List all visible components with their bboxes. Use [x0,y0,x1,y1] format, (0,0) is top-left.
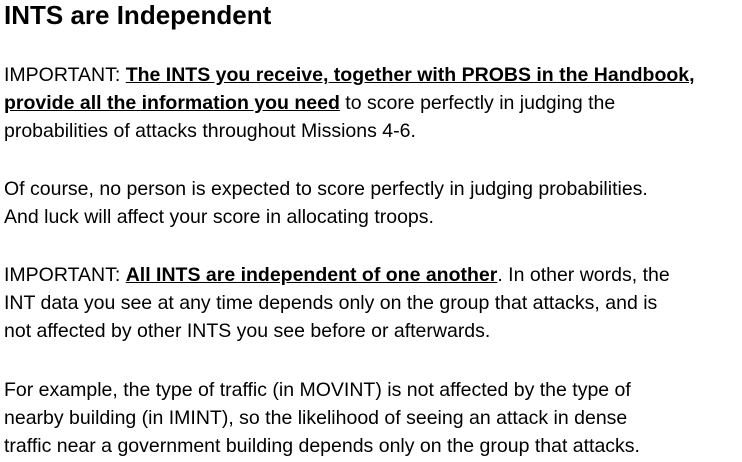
emphasized-text: All INTS are independent of one another [125,264,498,286]
paragraph-line: And luck will affect your score in alloc… [4,206,434,228]
paragraph-line: INT data you see at any time depends onl… [4,292,658,314]
paragraph-example: For example, the type of traffic (in MOV… [4,376,740,460]
body-text: . In other words, the [497,264,670,286]
paragraph-line: not affected by other INTS you see befor… [4,320,491,342]
paragraph-line: IMPORTANT: The INTS you receive, togethe… [4,61,740,89]
paragraph-independence: IMPORTANT: All INTS are independent of o… [4,261,740,345]
important-label: IMPORTANT: [4,64,126,86]
paragraph-line: provide all the information you need to … [4,89,740,117]
paragraph-line: probabilities of attacks throughout Miss… [4,120,416,142]
important-label: IMPORTANT: [4,264,126,286]
paragraph-line: IMPORTANT: All INTS are independent of o… [4,261,740,289]
emphasized-text: provide all the information you need [4,92,340,114]
emphasized-text: The INTS you receive, together with PROB… [125,64,695,86]
paragraph-complete-information: IMPORTANT: The INTS you receive, togethe… [4,61,740,145]
paragraph-line: For example, the type of traffic (in MOV… [4,379,631,401]
paragraph-line: Of course, no person is expected to scor… [4,178,648,200]
paragraph-line: nearby building (in IMINT), so the likel… [4,407,628,429]
slide: INTS are Independent IMPORTANT: The INTS… [0,0,742,462]
slide-title: INTS are Independent [4,0,272,30]
paragraph-line: traffic near a government building depen… [4,435,640,457]
paragraph-expectations: Of course, no person is expected to scor… [4,175,740,231]
body-text: to score perfectly in judging the [339,92,616,114]
